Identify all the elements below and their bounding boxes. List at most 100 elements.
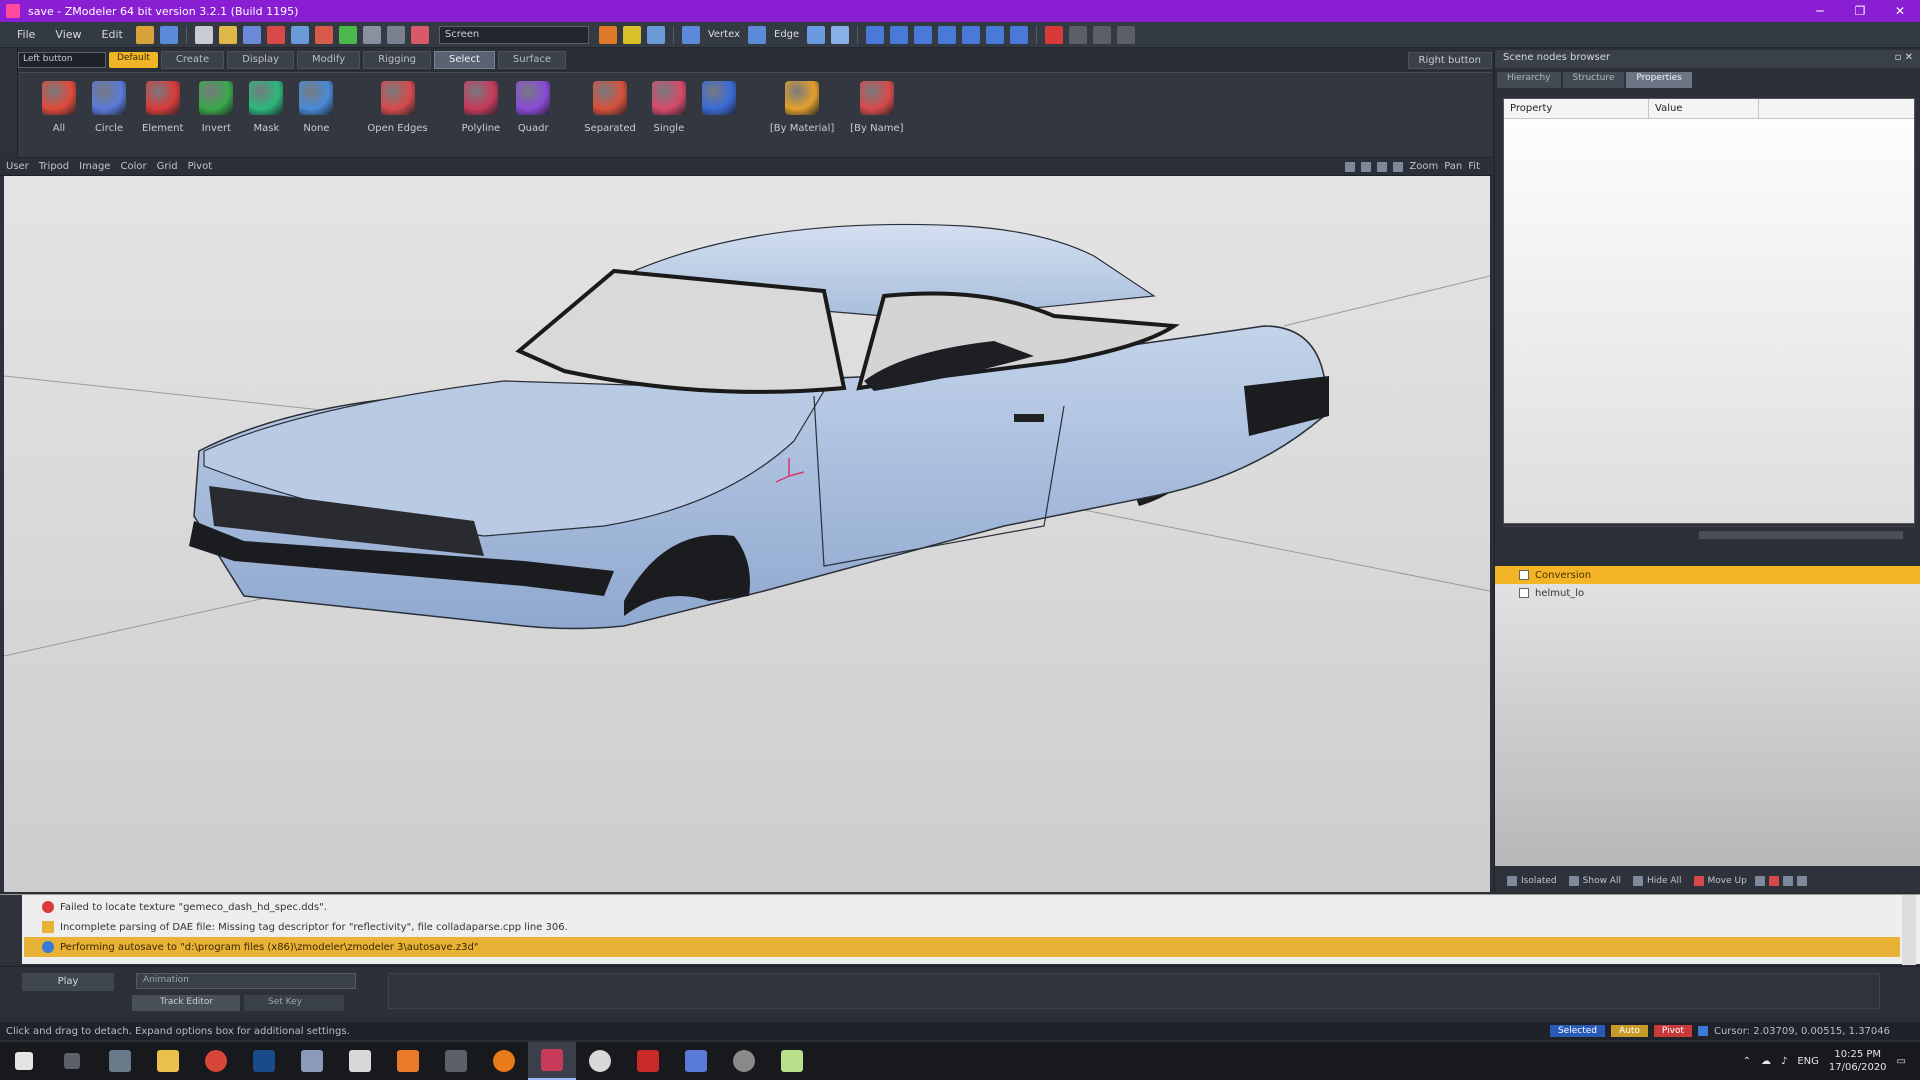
select-mode-icon[interactable] [598, 25, 617, 44]
transform-mode-icon[interactable] [622, 25, 641, 44]
auto-badge[interactable]: Auto [1610, 1025, 1648, 1037]
menu-edit[interactable]: Edit [93, 25, 132, 44]
new-file-icon[interactable] [194, 25, 213, 44]
viewport-camera-user[interactable]: User [6, 161, 29, 172]
taskbar-chrome[interactable] [192, 1042, 240, 1080]
render-icon[interactable] [338, 25, 357, 44]
settings-icon[interactable] [362, 25, 381, 44]
select-single-button[interactable]: Single [646, 77, 692, 136]
zoom-mode-icon[interactable] [646, 25, 665, 44]
move-up-button[interactable]: Move Up [1690, 875, 1751, 887]
animation-select[interactable]: Animation [136, 973, 356, 989]
tree-node-helmut-lo[interactable]: helmut_lo [1495, 584, 1920, 602]
tab-hierarchy[interactable]: Hierarchy [1497, 72, 1561, 88]
viewport-light-icon[interactable] [1377, 161, 1388, 172]
taskbar-app-4[interactable] [384, 1042, 432, 1080]
tree-node-conversion[interactable]: Conversion [1495, 566, 1920, 584]
vertex-mode-label[interactable]: Vertex [708, 29, 740, 40]
scrollbar-thumb[interactable] [1699, 531, 1903, 539]
animation-timeline[interactable] [388, 973, 1880, 1009]
hide-all-button[interactable]: Hide All [1629, 875, 1686, 887]
filter-icon[interactable] [1796, 876, 1807, 886]
viewport-shading-icon[interactable] [1345, 161, 1356, 172]
tab-structure[interactable]: Structure [1562, 72, 1625, 88]
taskbar-app-5[interactable] [432, 1042, 480, 1080]
select-stats-button[interactable] [696, 77, 742, 125]
grid-snap-icon[interactable] [1010, 25, 1029, 44]
play-back-icon[interactable] [1069, 25, 1088, 44]
align-icon[interactable] [938, 25, 957, 44]
language-indicator[interactable]: ENG [1797, 1056, 1819, 1067]
notifications-icon[interactable]: ▭ [1897, 1056, 1906, 1067]
redo-icon[interactable] [290, 25, 309, 44]
save-icon[interactable] [242, 25, 261, 44]
viewport-image-toggle[interactable]: Image [79, 161, 110, 172]
task-view-button[interactable] [48, 1042, 96, 1080]
tab-display[interactable]: Display [227, 51, 294, 69]
select-by-material-button[interactable]: [By Material] [764, 77, 840, 136]
select-by-name-button[interactable]: [By Name] [844, 77, 909, 136]
taskbar-app-1[interactable] [96, 1042, 144, 1080]
taskbar-app-2[interactable] [288, 1042, 336, 1080]
chevron-up-icon[interactable]: ⌃ [1743, 1056, 1751, 1067]
play-forward-icon[interactable] [1093, 25, 1112, 44]
cut-icon[interactable] [266, 25, 285, 44]
select-open-edges-button[interactable]: Open Edges [361, 77, 433, 136]
vertex-mode-icon[interactable] [681, 25, 700, 44]
menu-view[interactable]: View [46, 25, 90, 44]
viewport-pan[interactable]: Pan [1444, 161, 1462, 172]
snapshot-icon[interactable] [410, 25, 429, 44]
play-button[interactable]: Play [22, 973, 114, 991]
menu-file[interactable]: File [8, 25, 44, 44]
pin-icon[interactable]: ▫ ✕ [1895, 52, 1913, 63]
viewport-zoom[interactable]: Zoom [1409, 161, 1438, 172]
delete-icon[interactable] [314, 25, 333, 44]
taskbar-filezilla[interactable] [624, 1042, 672, 1080]
tab-rigging[interactable]: Rigging [363, 51, 432, 69]
property-column-header[interactable]: Property [1504, 99, 1649, 118]
clock[interactable]: 10:25 PM 17/06/2020 [1829, 1048, 1887, 1074]
select-mask-button[interactable]: Mask [243, 77, 289, 136]
undo-icon[interactable] [135, 25, 154, 44]
record-icon[interactable] [1045, 25, 1064, 44]
set-key-button[interactable]: Set Key [244, 995, 344, 1011]
pivot-badge[interactable]: Pivot [1653, 1025, 1692, 1037]
expand-all-icon[interactable] [1782, 876, 1793, 886]
loop-icon[interactable] [1117, 25, 1136, 44]
taskbar-app-8[interactable] [720, 1042, 768, 1080]
viewport-color-toggle[interactable]: Color [120, 161, 146, 172]
polygon-mode-icon[interactable] [807, 25, 826, 44]
start-button[interactable] [0, 1042, 48, 1080]
track-editor-button[interactable]: Track Editor [132, 995, 240, 1011]
taskbar-app-3[interactable] [336, 1042, 384, 1080]
viewport-wire-icon[interactable] [1361, 161, 1372, 172]
tab-surface[interactable]: Surface [497, 51, 566, 69]
select-invert-button[interactable]: Invert [193, 77, 239, 136]
viewport-texture-icon[interactable] [1393, 161, 1404, 172]
cloud-icon[interactable]: ☁ [1761, 1056, 1771, 1067]
viewport-fit[interactable]: Fit [1468, 161, 1480, 172]
show-all-button[interactable]: Show All [1565, 875, 1625, 887]
isolated-button[interactable]: Isolated [1503, 875, 1561, 887]
mirror-icon[interactable] [962, 25, 981, 44]
left-button-select[interactable]: Left button [18, 52, 106, 68]
taskbar-app-6[interactable] [576, 1042, 624, 1080]
taskbar-steam[interactable] [240, 1042, 288, 1080]
log-dock-strip[interactable] [0, 895, 22, 965]
taskbar-file-explorer[interactable] [144, 1042, 192, 1080]
viewport-tripod-toggle[interactable]: Tripod [39, 161, 69, 172]
tab-create[interactable]: Create [160, 51, 225, 69]
rotate-icon[interactable] [890, 25, 909, 44]
select-quadr-button[interactable]: Quadr [510, 77, 556, 136]
taskbar-notepad[interactable] [768, 1042, 816, 1080]
collapse-icon[interactable] [1754, 876, 1765, 886]
minimize-button[interactable]: ─ [1800, 0, 1840, 22]
select-element-button[interactable]: Element [136, 77, 189, 136]
right-button-select[interactable]: Right button [1407, 51, 1492, 69]
edge-mode-label[interactable]: Edge [774, 29, 799, 40]
property-grid[interactable]: Property Value [1503, 98, 1915, 524]
volume-icon[interactable]: ♪ [1781, 1056, 1787, 1067]
view-mode-select[interactable]: Screen [438, 25, 589, 44]
scale-icon[interactable] [914, 25, 933, 44]
taskbar-blender[interactable] [480, 1042, 528, 1080]
